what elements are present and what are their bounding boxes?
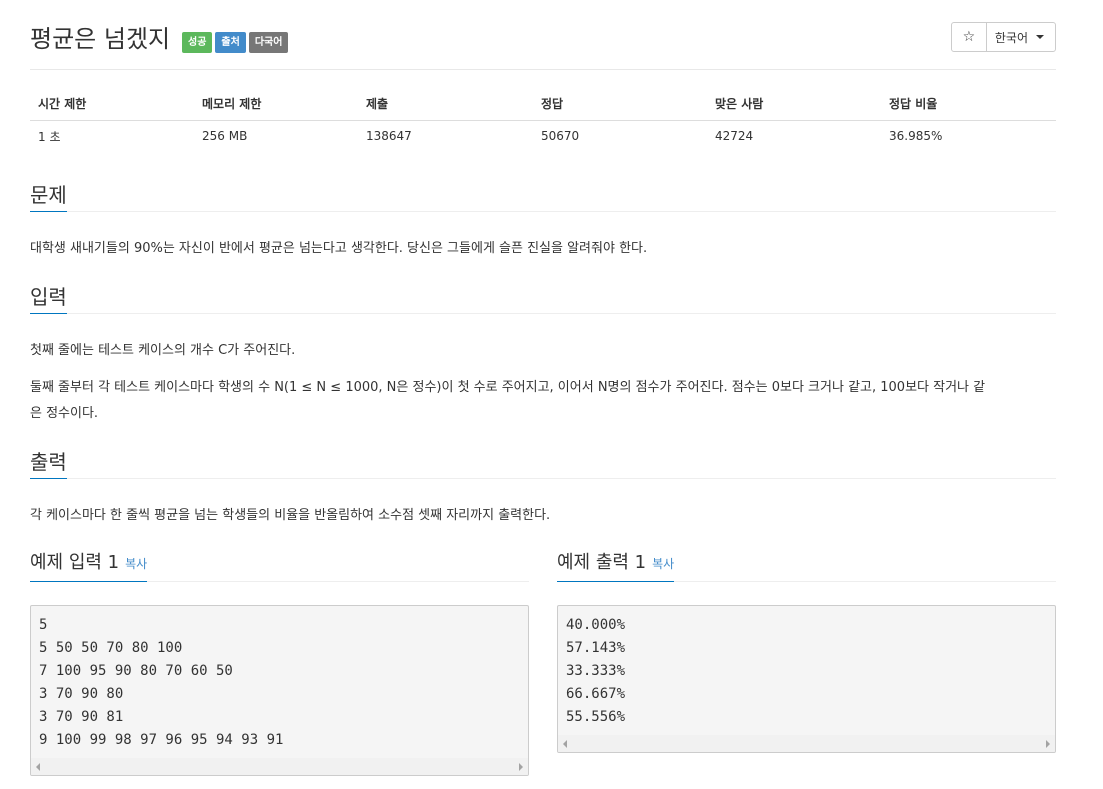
input-section-heading: 입력 <box>30 282 1056 314</box>
sample-input-heading: 예제 입력 1 복사 <box>30 548 148 582</box>
value-time-limit: 1 초 <box>38 129 61 144</box>
output-section-heading: 출력 <box>30 447 1056 479</box>
description-text: 대학생 새내기들의 90%는 자신이 반에서 평균은 넘는다고 생각한다. 당신… <box>30 241 648 256</box>
sample-input-box[interactable]: 5 5 50 50 70 80 100 7 100 95 90 80 70 60… <box>30 605 529 776</box>
sample-input-title: 예제 입력 1 <box>30 552 120 573</box>
header-accepted: 정답 <box>533 88 707 121</box>
header-accept-rate: 정답 비율 <box>881 88 1056 121</box>
sample-input-code: 5 5 50 50 70 80 100 7 100 95 90 80 70 60… <box>39 617 284 748</box>
value-solvers: 42724 <box>715 129 754 144</box>
problem-page: 평균은 넘겠지 성공 출처 다국어 ☆ 한국어 시간 제한 메모리 제한 제출 <box>30 0 1056 789</box>
sample-output-heading: 예제 출력 1 복사 <box>557 548 675 582</box>
star-icon: ☆ <box>962 29 976 45</box>
value-submissions: 138647 <box>366 129 412 144</box>
language-dropdown[interactable]: 한국어 <box>987 23 1055 51</box>
sample-output-scrollbar[interactable] <box>558 735 1055 752</box>
sample-input-panel: 예제 입력 1 복사 5 5 50 50 70 80 100 7 100 95 9… <box>30 548 529 776</box>
header-time-limit: 시간 제한 <box>30 88 194 121</box>
scroll-left-icon[interactable] <box>563 740 567 748</box>
problem-badges: 성공 출처 다국어 <box>182 32 289 53</box>
badge-multilingual[interactable]: 다국어 <box>248 32 289 53</box>
input-heading: 입력 <box>30 282 67 314</box>
description-section-heading: 문제 <box>30 180 1056 212</box>
sample-output-heading-bar: 예제 출력 1 복사 <box>557 548 1056 582</box>
badge-success[interactable]: 성공 <box>182 32 213 53</box>
header-actions: ☆ 한국어 <box>950 22 1056 52</box>
problem-title: 평균은 넘겠지 <box>30 25 171 53</box>
input-text-line3: 은 정수이다. <box>30 406 99 421</box>
sample-output-box[interactable]: 40.000% 57.143% 33.333% 66.667% 55.556% <box>557 605 1056 753</box>
sample-output-panel: 예제 출력 1 복사 40.000% 57.143% 33.333% 66.667… <box>557 548 1056 753</box>
value-accept-rate: 36.985% <box>889 129 943 144</box>
sample-output-code: 40.000% 57.143% 33.333% 66.667% 55.556% <box>566 617 626 725</box>
copy-sample-input-button[interactable]: 복사 <box>125 557 147 571</box>
value-memory-limit: 256 MB <box>202 129 248 144</box>
input-text-line2: 둘째 줄부터 각 테스트 케이스마다 학생의 수 N(1 ≤ N ≤ 1000,… <box>30 380 986 395</box>
header-submissions: 제출 <box>358 88 533 121</box>
header-memory-limit: 메모리 제한 <box>194 88 358 121</box>
scroll-right-icon[interactable] <box>1046 740 1050 748</box>
sample-input-heading-bar: 예제 입력 1 복사 <box>30 548 529 582</box>
info-header-row: 시간 제한 메모리 제한 제출 정답 맞은 사람 정답 비율 <box>30 88 1056 121</box>
info-value-row: 1 초 256 MB 138647 50670 42724 36.985% <box>30 120 1056 152</box>
language-label: 한국어 <box>994 30 1028 45</box>
output-heading: 출력 <box>30 447 67 479</box>
problem-header: 평균은 넘겠지 성공 출처 다국어 ☆ 한국어 <box>30 22 1056 70</box>
input-text-line1: 첫째 줄에는 테스트 케이스의 개수 C가 주어진다. <box>30 343 296 358</box>
favorite-button[interactable]: ☆ <box>952 23 987 51</box>
badge-source[interactable]: 출처 <box>215 32 246 53</box>
scroll-right-icon[interactable] <box>519 763 523 771</box>
sample-input-scrollbar[interactable] <box>31 758 528 775</box>
value-accepted: 50670 <box>541 129 580 144</box>
copy-sample-output-button[interactable]: 복사 <box>652 557 674 571</box>
caret-down-icon <box>1036 35 1044 39</box>
scroll-left-icon[interactable] <box>36 763 40 771</box>
output-text: 각 케이스마다 한 줄씩 평균을 넘는 학생들의 비율을 반올림하여 소수점 셋… <box>30 508 551 523</box>
sample-output-title: 예제 출력 1 <box>557 552 647 573</box>
header-solvers: 맞은 사람 <box>707 88 881 121</box>
problem-info-table: 시간 제한 메모리 제한 제출 정답 맞은 사람 정답 비율 1 초 256 M… <box>30 88 1056 152</box>
description-heading: 문제 <box>30 180 67 212</box>
